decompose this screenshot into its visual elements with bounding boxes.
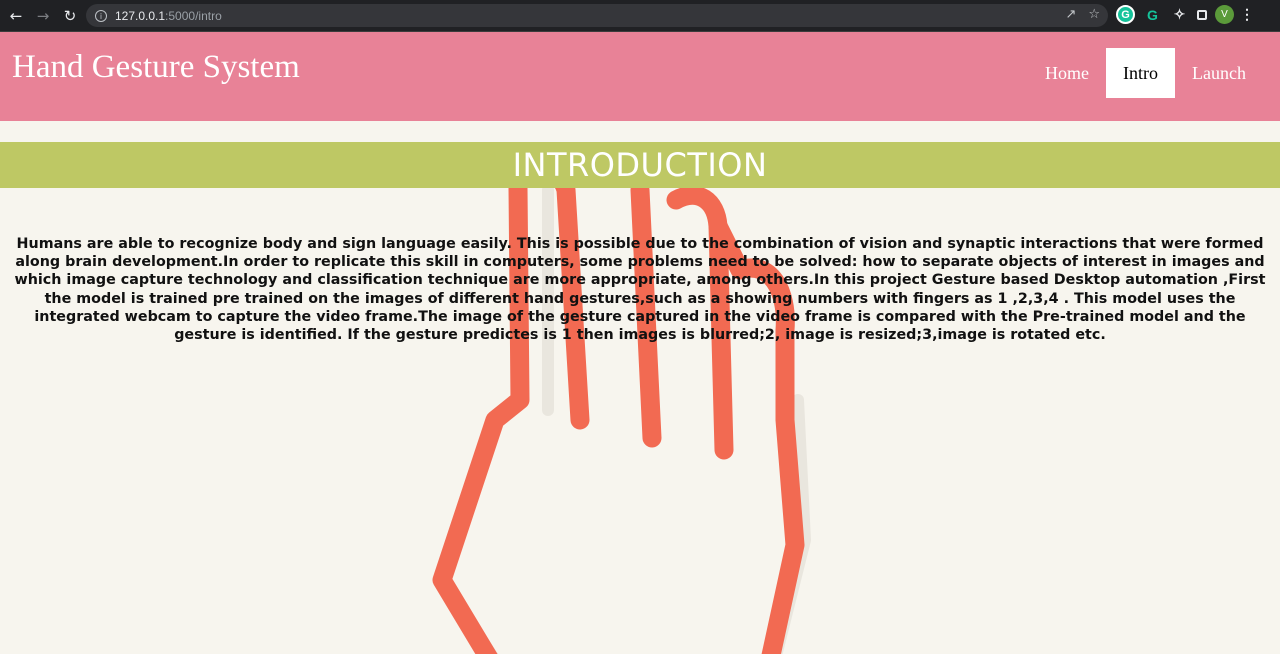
nav-intro[interactable]: Intro <box>1106 48 1176 98</box>
back-arrow-icon[interactable]: ← <box>5 5 27 27</box>
nav-home[interactable]: Home <box>1028 48 1106 98</box>
intro-heading: INTRODUCTION <box>512 146 768 184</box>
url-host: 127.0.0.1 <box>115 8 166 23</box>
address-bar[interactable]: i 127.0.0.1:5000/intro ↗ ☆ <box>86 4 1108 27</box>
site-header: Hand Gesture System Home Intro Launch <box>0 32 1280 121</box>
grammarly-go-extension-icon[interactable]: G <box>1143 5 1162 24</box>
url-path: :5000/intro <box>165 8 222 23</box>
reload-icon[interactable]: ↻ <box>59 5 81 27</box>
site-info-icon[interactable]: i <box>95 9 107 22</box>
nav-launch[interactable]: Launch <box>1175 48 1263 98</box>
address-url[interactable]: 127.0.0.1:5000/intro <box>115 9 222 23</box>
forward-arrow-icon[interactable]: → <box>32 5 54 27</box>
browser-toolbar: ← → ↻ i 127.0.0.1:5000/intro ↗ ☆ G G ✧ V… <box>0 0 1280 32</box>
grammarly-extension-icon[interactable]: G <box>1116 5 1135 24</box>
share-icon[interactable]: ↗ <box>1065 7 1076 22</box>
profile-avatar[interactable]: V <box>1215 5 1234 24</box>
intro-banner: INTRODUCTION <box>0 142 1280 188</box>
side-panel-icon[interactable] <box>1197 9 1207 20</box>
extensions-puzzle-icon[interactable]: ✧ <box>1170 5 1189 24</box>
intro-paragraph: Humans are able to recognize body and si… <box>14 236 1266 344</box>
brand-title[interactable]: Hand Gesture System <box>12 49 300 86</box>
main-nav: Home Intro Launch <box>1028 48 1263 98</box>
kebab-menu-icon[interactable]: ⋮ <box>1240 5 1254 24</box>
bookmark-star-icon[interactable]: ☆ <box>1088 7 1100 22</box>
